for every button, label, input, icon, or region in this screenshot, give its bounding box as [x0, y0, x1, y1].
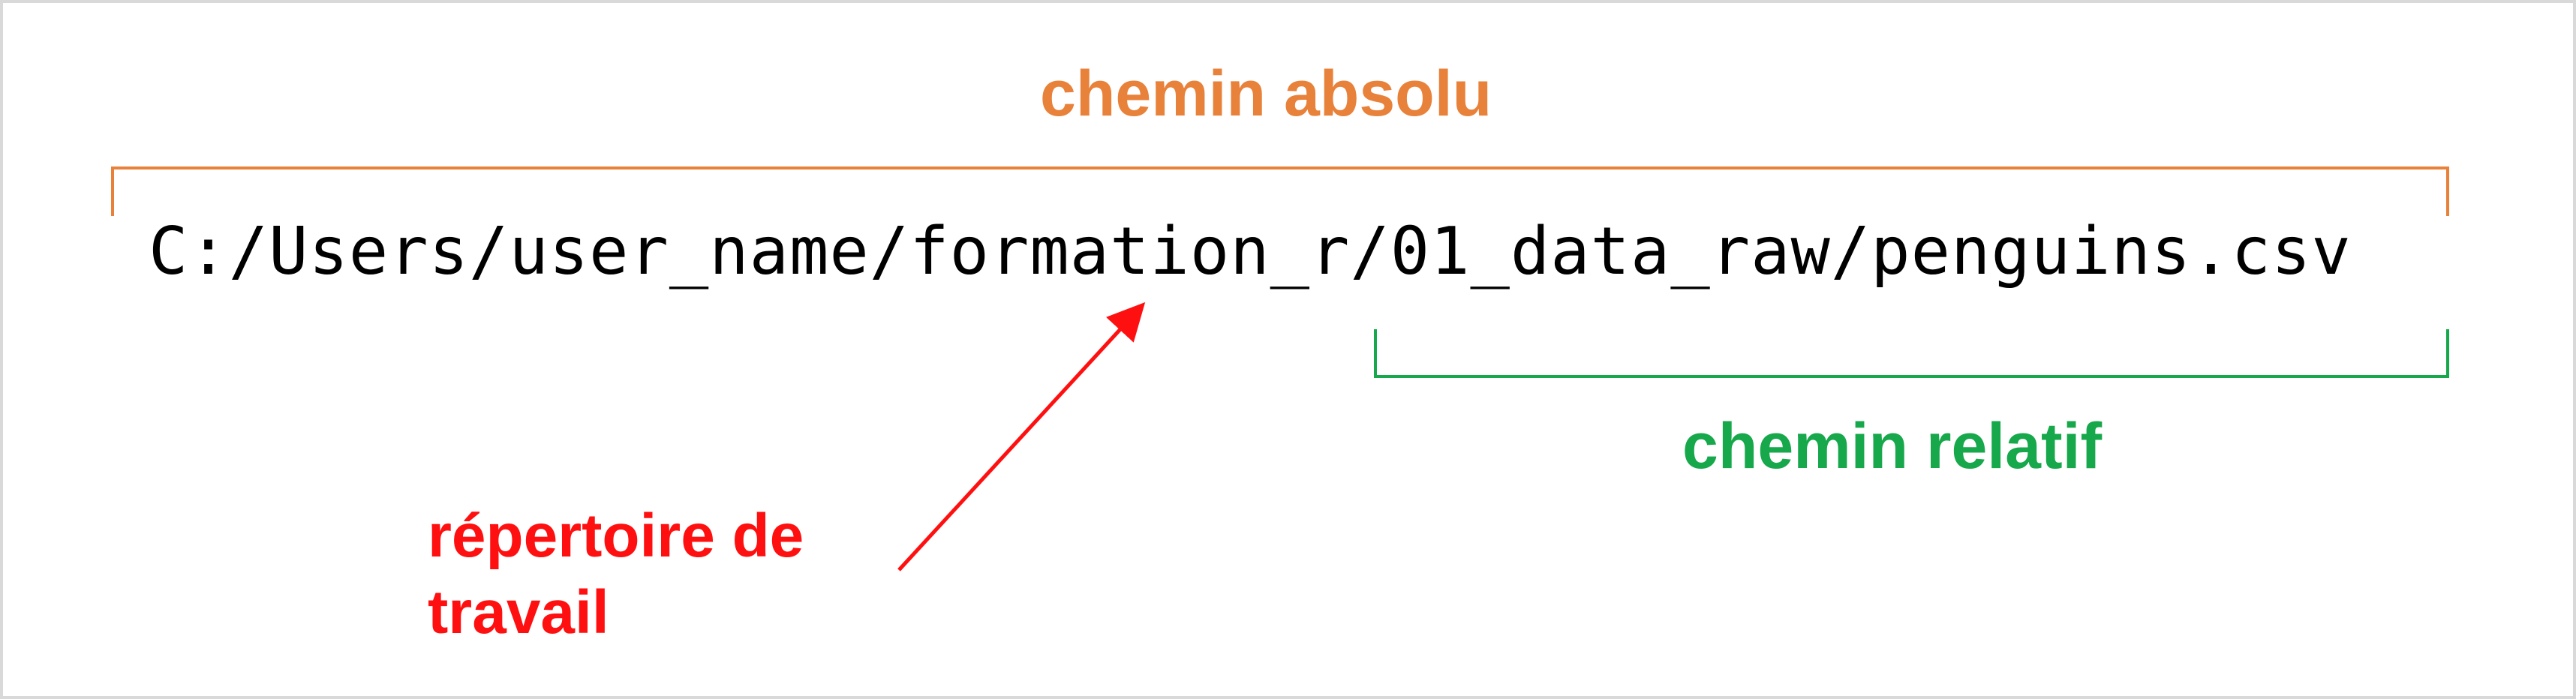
diagram-annotations: [111, 166, 2449, 572]
working-directory-label: répertoire de travail: [428, 498, 953, 650]
working-directory-label-line1: répertoire de: [428, 502, 804, 570]
absolute-path-bracket: [111, 166, 2449, 216]
diagram-frame: chemin absolu C:/Users/user_name/formati…: [0, 0, 2576, 699]
relative-path-label: chemin relatif: [1682, 410, 2103, 482]
working-directory-label-line2: travail: [428, 578, 609, 646]
relative-path-bracket: [1374, 329, 2449, 378]
file-path-text: C:/Users/user_name/formation_r/01_data_r…: [149, 213, 2352, 290]
